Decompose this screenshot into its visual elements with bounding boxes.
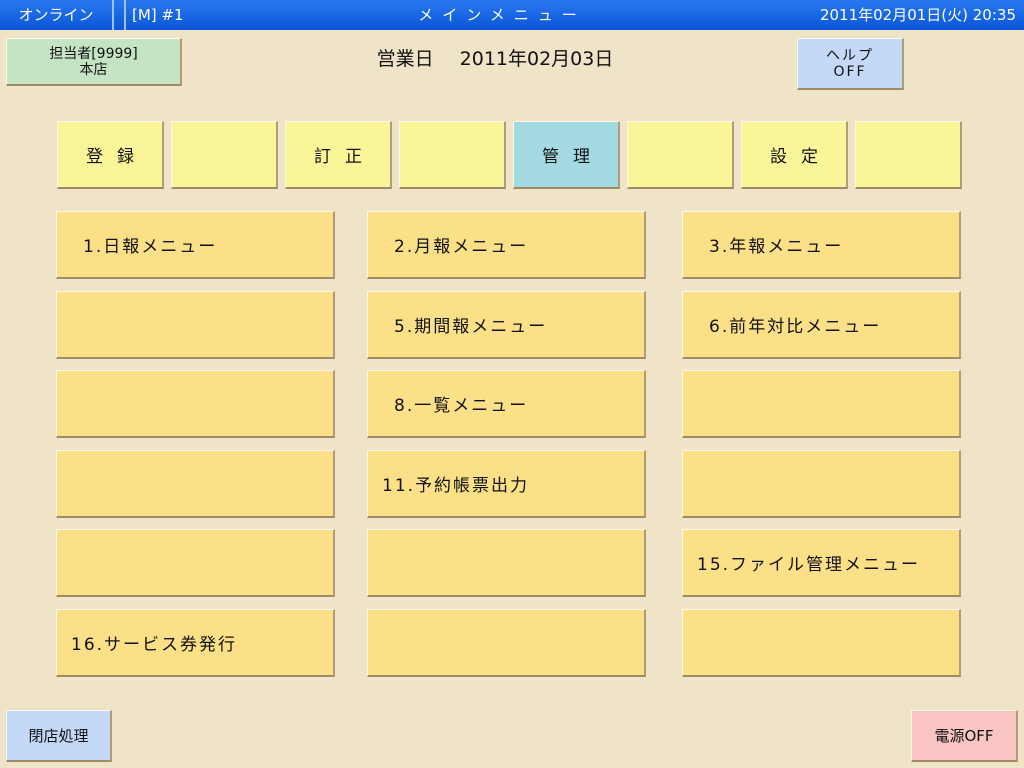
menu-button-7[interactable] [56, 370, 335, 438]
menu-label: 2.月報メニュー [394, 237, 529, 257]
store-close-button[interactable]: 閉店処理 [6, 710, 112, 762]
menu-button-17[interactable] [367, 609, 646, 677]
menu-button-18[interactable] [682, 609, 961, 677]
help-state: OFF [833, 63, 867, 80]
tab-6[interactable] [627, 121, 734, 189]
menu-button-6[interactable]: 6.前年対比メニュー [682, 291, 961, 359]
menu-button-10[interactable] [56, 450, 335, 518]
menu-button-16[interactable]: 16.サービス券発行 [56, 609, 335, 677]
tab-1[interactable]: 登録 [57, 121, 164, 189]
menu-label: 8.一覧メニュー [394, 396, 529, 416]
menu-label: 15.ファイル管理メニュー [697, 555, 921, 575]
menu-label: 5.期間報メニュー [394, 317, 548, 337]
store-close-label: 閉店処理 [28, 727, 89, 745]
business-day-value: 2011年02月03日 [459, 48, 614, 70]
menu-button-5[interactable]: 5.期間報メニュー [367, 291, 646, 359]
tab-label: 訂正 [314, 147, 376, 167]
menu-label: 11.予約帳票出力 [382, 476, 530, 496]
help-label: ヘルプ [826, 47, 874, 64]
tab-8[interactable] [855, 121, 962, 189]
tab-2[interactable] [171, 121, 278, 189]
menu-label: 1.日報メニュー [83, 237, 218, 257]
business-day-label: 営業日 [376, 48, 434, 70]
menu-button-8[interactable]: 8.一覧メニュー [367, 370, 646, 438]
menu-label: 3.年報メニュー [709, 237, 844, 257]
menu-label: 6.前年対比メニュー [709, 317, 882, 337]
menu-button-13[interactable] [56, 529, 335, 597]
tab-7[interactable]: 設定 [741, 121, 848, 189]
menu-button-15[interactable]: 15.ファイル管理メニュー [682, 529, 961, 597]
menu-button-3[interactable]: 3.年報メニュー [682, 211, 961, 279]
menu-button-1[interactable]: 1.日報メニュー [56, 211, 335, 279]
menu-button-14[interactable] [367, 529, 646, 597]
menu-button-12[interactable] [682, 450, 961, 518]
menu-button-2[interactable]: 2.月報メニュー [367, 211, 646, 279]
tab-label: 登録 [86, 147, 148, 167]
menu-button-9[interactable] [682, 370, 961, 438]
menu-label: 16.サービス券発行 [71, 635, 238, 655]
menu-button-4[interactable] [56, 291, 335, 359]
tab-4[interactable] [399, 121, 506, 189]
current-datetime: 2011年02月01日(火) 20:35 [819, 6, 1016, 24]
title-bar: オンライン [M] #1 メインメニュー 2011年02月01日(火) 20:3… [0, 0, 1024, 30]
tab-label: 管理 [542, 147, 604, 167]
tab-3[interactable]: 訂正 [285, 121, 392, 189]
power-off-button[interactable]: 電源OFF [911, 710, 1018, 762]
help-toggle-button[interactable]: ヘルプ OFF [797, 38, 904, 90]
menu-button-11[interactable]: 11.予約帳票出力 [367, 450, 646, 518]
tab-label: 設定 [770, 147, 832, 167]
tab-5[interactable]: 管理 [513, 121, 620, 189]
power-off-label: 電源OFF [934, 727, 994, 745]
